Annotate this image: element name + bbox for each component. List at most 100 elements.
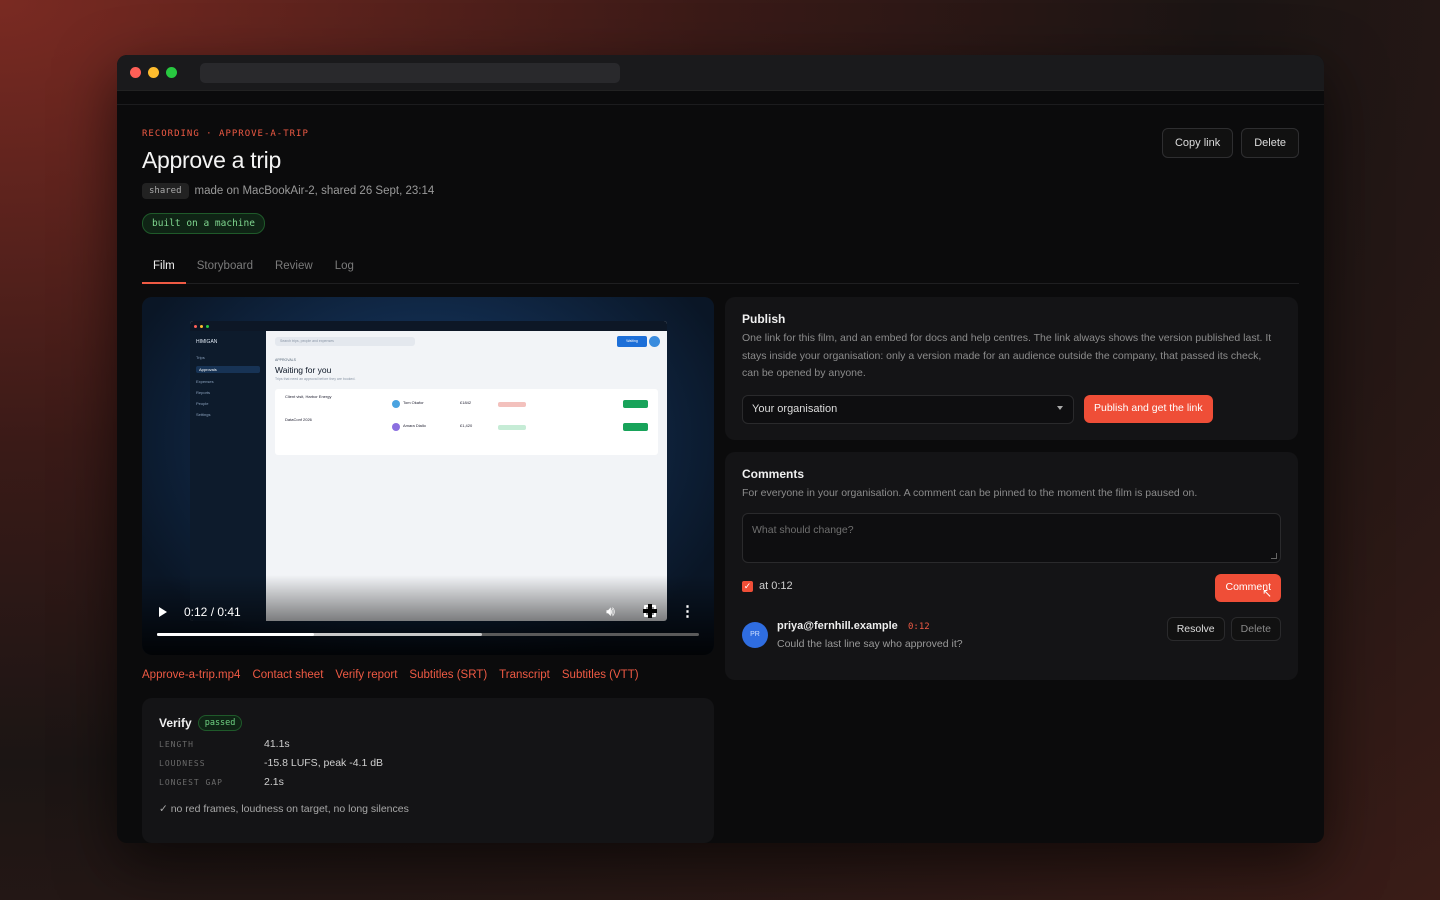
file-link-transcript[interactable]: Transcript [499,669,550,681]
preview-row-person: Amara Diallo [403,423,426,428]
recording-meta: shared made on MacBookAir-2, shared 26 S… [142,183,434,199]
address-bar[interactable] [200,62,620,83]
publish-title: Publish [742,312,786,326]
browser-window: RECORDING · APPROVE-A-TRIP Approve a tri… [117,55,1324,843]
publish-button[interactable]: Publish and get the link [1084,395,1213,423]
tab-log[interactable]: Log [324,253,365,284]
preview-row: Client visit, Harbor Energy Tom Okafor £… [285,394,648,417]
preview-row-avatar [392,423,400,431]
recording-page: RECORDING · APPROVE-A-TRIP Approve a tri… [142,127,1299,843]
preview-row-cost: £1,420 [460,423,473,428]
video-controls: 0:12 / 0:41 🔊︎ ⋮ [142,595,714,655]
preview-row: DataConf 2026 Amara Diallo £1,420 [285,417,648,440]
preview-row-cost: £1842 [460,400,472,405]
verify-row: LENGTH 41.1s [159,738,697,750]
pin-checkbox[interactable]: ✓ [742,580,753,592]
preview-row-person: Tom Okafor [403,400,424,405]
file-link-verify-report[interactable]: Verify report [335,669,397,681]
verify-row: LONGEST GAP 2.1s [159,776,697,788]
preview-row-status [498,425,526,430]
resolve-button[interactable]: Resolve [1166,617,1225,641]
toolbar-strip [117,91,1324,105]
comment-text: Could the last line say who approved it? [777,638,963,650]
preview-nav-item-active: Approvals [196,366,260,373]
preview-titlebar [190,321,667,331]
file-link-subtitles-vtt[interactable]: Subtitles (VTT) [562,669,639,681]
verify-header: Verify passed [159,715,697,731]
delete-comment-button[interactable]: Delete [1230,617,1281,641]
audience-select[interactable]: Your organisation [742,395,1074,424]
video-progress-bar[interactable] [157,633,699,636]
verify-row: LOUDNESS -15.8 LUFS, peak -4.1 dB [159,757,697,769]
verify-key: LONGEST GAP [159,778,223,787]
preview-search: Search trips, people and expenses [275,337,415,346]
preview-row-name: DataConf 2026 [285,417,312,422]
fullscreen-icon[interactable] [643,604,657,618]
preview-row-avatar [392,400,400,408]
preview-brand: HIMIGAN [196,339,218,345]
preview-heading: Waiting for you [275,365,332,375]
publish-description: One link for this film, and an embed for… [742,332,1272,379]
tab-film[interactable]: Film [142,253,186,284]
verify-card: Verify passed LENGTH 41.1s LOUDNESS -15.… [142,698,714,843]
comment-placeholder: What should change? [752,523,854,536]
comment-author: priya@fernhill.example [777,620,898,632]
play-icon[interactable] [159,607,167,617]
comment-timestamp[interactable]: 0:12 [908,622,930,632]
comments-card: Comments For everyone in your organisati… [725,452,1298,680]
file-links: Approve-a-trip.mp4 Contact sheet Verify … [142,669,639,681]
more-options-icon[interactable]: ⋮ [680,602,695,620]
preview-approve-button [623,400,648,408]
built-badge: built on a machine [142,213,265,234]
zoom-window-button[interactable] [166,67,177,78]
video-played [157,633,315,636]
volume-icon[interactable]: 🔊︎ [606,603,615,620]
close-window-button[interactable] [130,67,141,78]
file-link-mp4[interactable]: Approve-a-trip.mp4 [142,669,240,681]
chevron-down-icon [1057,406,1063,410]
page-title: Approve a trip [142,147,281,173]
verify-value: -15.8 LUFS, peak -4.1 dB [264,757,384,769]
pin-label: at 0:12 [759,580,793,592]
preview-nav-item: Expenses [196,379,214,384]
delete-recording-button[interactable]: Delete [1241,128,1299,158]
preview-approve-button [623,423,648,431]
tab-storyboard[interactable]: Storyboard [186,253,264,284]
audience-select-value: Your organisation [752,403,838,415]
video-time: 0:12 / 0:41 [184,605,241,619]
copy-link-button[interactable]: Copy link [1161,128,1234,158]
file-link-contact-sheet[interactable]: Contact sheet [252,669,323,681]
file-link-subtitles-srt[interactable]: Subtitles (SRT) [409,669,487,681]
verify-key: LENGTH [159,740,194,749]
tab-review[interactable]: Review [264,253,324,284]
avatar: PR [742,622,768,648]
verify-value: 2.1s [264,776,284,788]
resize-handle-icon[interactable] [1271,552,1277,559]
verify-value: 41.1s [264,738,290,750]
comment-input[interactable]: What should change? [742,512,1281,563]
comment-actions: Resolve Delete [1166,617,1281,641]
comments-title: Comments [742,467,805,481]
preview-kicker: APPROVALS [275,358,296,362]
verify-title: Verify [159,716,192,730]
preview-nav-item: Trips [196,355,205,360]
preview-row-status [498,402,526,407]
page-actions: Copy link Delete [1161,128,1299,158]
pin-to-time[interactable]: ✓ at 0:12 [742,580,793,592]
preview-nav-item: People [196,401,209,406]
shared-badge: shared [142,183,189,199]
tab-bar: Film Storyboard Review Log [142,253,1299,284]
title-bar [117,55,1324,91]
preview-subheading: Trips that need an approval before they … [275,377,356,381]
comments-description: For everyone in your organisation. A com… [742,487,1198,499]
preview-nav-item: Settings [196,412,211,417]
meta-text: made on MacBookAir-2, shared 26 Sept, 23… [194,185,435,197]
verify-summary: ✓ no red frames, loudness on target, no … [159,803,409,815]
minimize-window-button[interactable] [148,67,159,78]
video-player[interactable]: HIMIGAN Trips Approvals Expenses Reports… [142,297,714,655]
preview-waiting-button: Waiting [617,336,647,347]
breadcrumb: RECORDING · APPROVE-A-TRIP [142,129,309,139]
mouse-cursor-icon: ↖ [1261,586,1272,600]
verify-key: LOUDNESS [159,759,206,768]
publish-card: Publish One link for this film, and an e… [725,297,1298,440]
